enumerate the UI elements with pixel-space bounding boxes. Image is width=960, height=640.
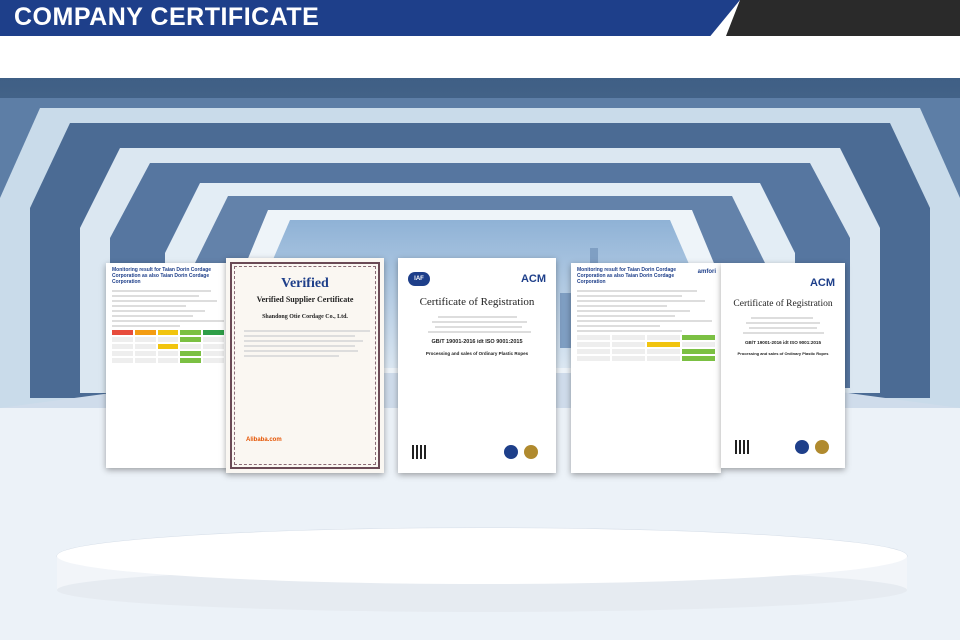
page-title: COMPANY CERTIFICATE [14, 3, 320, 31]
certificate-title: Monitoring result for Taian Dorin Cordag… [577, 267, 677, 285]
certificate-registration-center: IAF ACM Certificate of Registration GB/T… [398, 258, 556, 473]
certificate-scope: Processing and sales of Ordinary Plastic… [737, 351, 829, 356]
amfori-logo: amfori [697, 269, 716, 275]
rating-chart [112, 330, 224, 363]
rating-chart [577, 335, 715, 361]
seal-icon [815, 440, 829, 454]
seal-icon [504, 445, 518, 459]
header-banner: COMPANY CERTIFICATE [0, 0, 960, 36]
text-lines [398, 316, 556, 333]
certificate-title: Certificate of Registration [733, 299, 833, 309]
iaf-logo: IAF [408, 272, 430, 286]
certificate-registration-right: ACM Certificate of Registration GB/T 190… [721, 263, 845, 468]
certificate-title: Monitoring result for Taian Dorin Cordag… [112, 267, 212, 285]
certificate-verified-supplier: Verified Verified Supplier Certificate S… [226, 258, 384, 473]
alibaba-logo: Alibaba.com [246, 437, 282, 443]
seal-icon [524, 445, 538, 459]
text-lines [571, 290, 721, 332]
certificate-inner-border [234, 266, 376, 465]
seal-icon [795, 440, 809, 454]
acm-logo: ACM [809, 277, 835, 289]
text-lines [721, 317, 845, 334]
podium [56, 527, 908, 612]
certificate-title: Certificate of Registration [419, 296, 535, 308]
certificate-standard: GB/T 19001-2016 idt ISO 9001:2015 [431, 339, 523, 345]
certificate-standard: GB/T 19001-2016 idt ISO 9001:2015 [744, 340, 822, 345]
certificate-scope: Processing and sales of Ordinary Plastic… [425, 351, 529, 356]
qr-code-icon [735, 440, 749, 454]
qr-code-icon [412, 445, 426, 459]
acm-logo: ACM [520, 273, 546, 285]
certificate-monitoring-right: amfori Monitoring result for Taian Dorin… [571, 263, 721, 473]
certificate-monitoring-left: Monitoring result for Taian Dorin Cordag… [106, 263, 230, 468]
text-lines [106, 290, 230, 327]
header-accent [726, 0, 960, 36]
